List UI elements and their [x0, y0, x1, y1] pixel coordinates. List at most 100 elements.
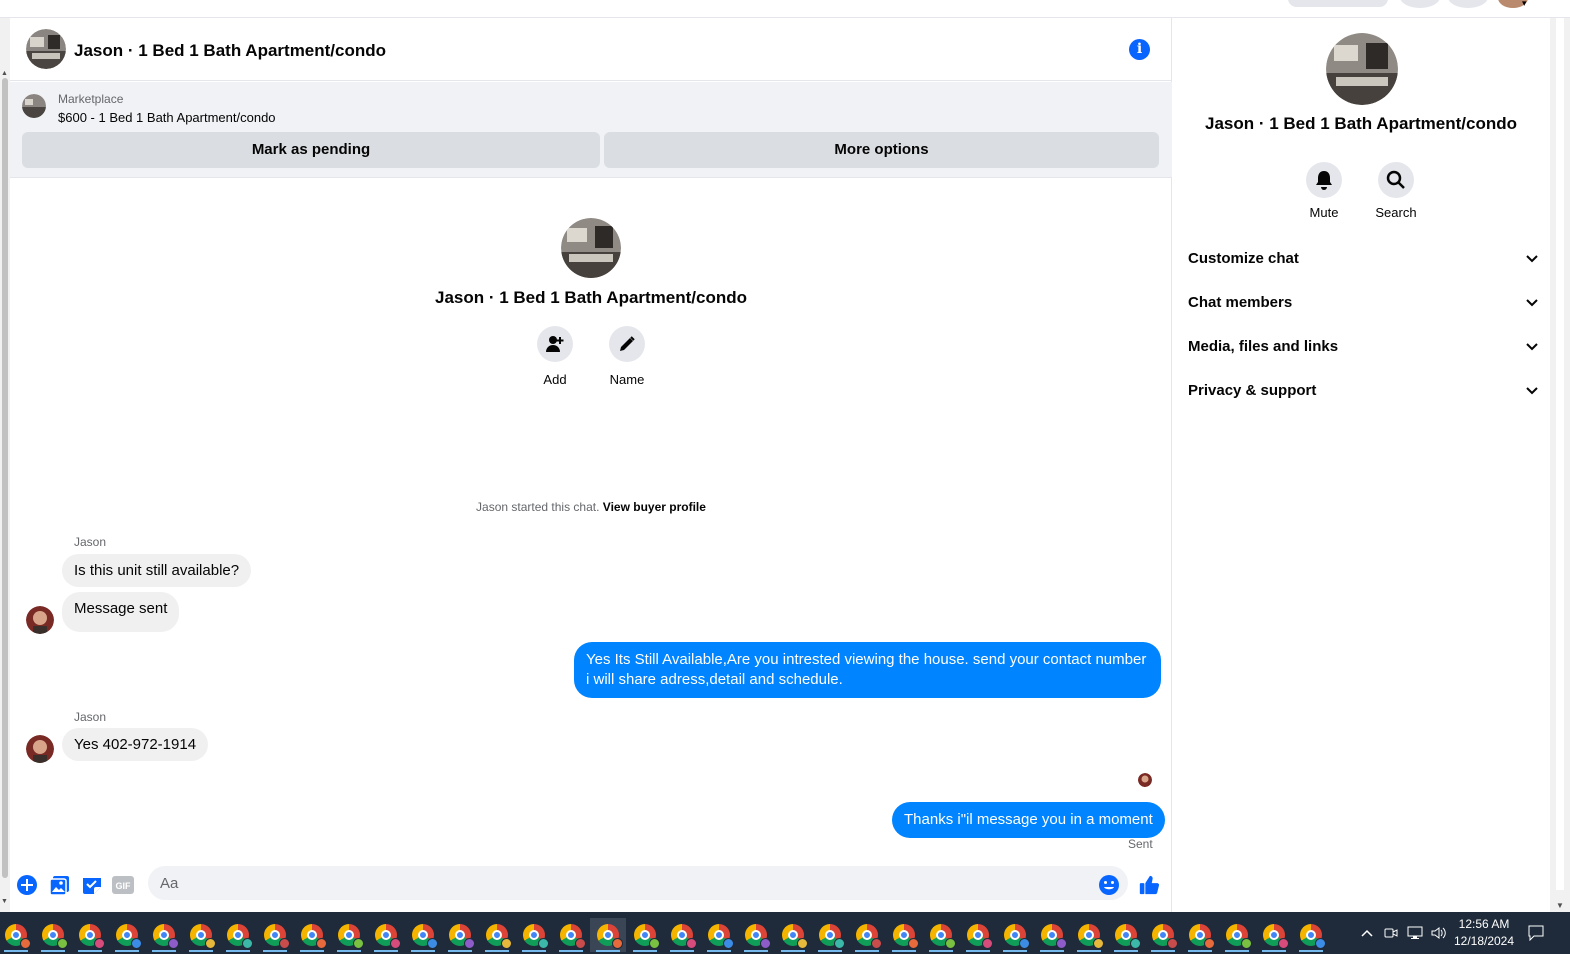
- chrome-taskbar-app[interactable]: [553, 918, 589, 952]
- chrome-taskbar-app[interactable]: [1071, 918, 1107, 952]
- chrome-icon: [819, 924, 845, 949]
- chrome-taskbar-app[interactable]: [0, 918, 34, 952]
- chrome-taskbar-app[interactable]: [183, 918, 219, 952]
- gif-icon[interactable]: GIF: [112, 874, 134, 896]
- sender-avatar[interactable]: [26, 735, 54, 763]
- mute-action[interactable]: Mute: [1289, 162, 1359, 220]
- notification-icon[interactable]: [1524, 912, 1548, 954]
- mute-label: Mute: [1309, 205, 1339, 220]
- listing-thumbnail[interactable]: [22, 94, 46, 118]
- outgoing-message[interactable]: Thanks i"il message you in a moment: [892, 802, 1165, 838]
- view-buyer-profile-link[interactable]: View buyer profile: [603, 500, 706, 514]
- scroll-down-arrow-icon[interactable]: ▼: [1556, 901, 1564, 910]
- chrome-taskbar-app[interactable]: [1108, 918, 1144, 952]
- chrome-taskbar-app[interactable]: [664, 918, 700, 952]
- scroll-down-arrow-icon[interactable]: ▼: [1, 898, 8, 905]
- chrome-taskbar-app[interactable]: [294, 918, 330, 952]
- chrome-taskbar-app[interactable]: [1182, 918, 1218, 952]
- top-nav-pill[interactable]: [1288, 0, 1388, 7]
- message-input[interactable]: [148, 866, 1128, 900]
- profile-badge-icon: [1167, 938, 1178, 949]
- chrome-taskbar-app[interactable]: [479, 918, 515, 952]
- chrome-taskbar-app[interactable]: [1293, 918, 1329, 952]
- chrome-taskbar-app[interactable]: [35, 918, 71, 952]
- chrome-taskbar-app[interactable]: [257, 918, 293, 952]
- chrome-taskbar-app[interactable]: [1034, 918, 1070, 952]
- running-indicator: [263, 950, 287, 952]
- mark-as-pending-button[interactable]: Mark as pending: [22, 132, 600, 168]
- chat-members-section[interactable]: Chat members: [1188, 282, 1538, 322]
- chrome-taskbar-app[interactable]: [1219, 918, 1255, 952]
- scroll-up-arrow-icon[interactable]: ▲: [1, 70, 8, 77]
- info-icon[interactable]: i: [1129, 39, 1150, 60]
- pencil-icon[interactable]: [609, 326, 645, 362]
- chrome-taskbar-app[interactable]: [1145, 918, 1181, 952]
- chrome-taskbar-app[interactable]: [849, 918, 885, 952]
- chevron-up-icon[interactable]: [1358, 912, 1376, 954]
- search-icon[interactable]: [1378, 162, 1414, 198]
- chrome-taskbar-app[interactable]: [738, 918, 774, 952]
- scrollbar-thumb[interactable]: [2, 78, 8, 878]
- add-people-action[interactable]: Add: [520, 326, 590, 387]
- running-indicator: [670, 950, 694, 952]
- customize-chat-section[interactable]: Customize chat: [1188, 238, 1538, 278]
- chrome-taskbar-app[interactable]: [627, 918, 663, 952]
- name-chat-action[interactable]: Name: [592, 326, 662, 387]
- running-indicator: [707, 950, 731, 952]
- chrome-taskbar-app[interactable]: [812, 918, 848, 952]
- sticker-icon[interactable]: [81, 874, 103, 896]
- chrome-taskbar-app[interactable]: [109, 918, 145, 952]
- chrome-taskbar-app[interactable]: [960, 918, 996, 952]
- running-indicator: [818, 950, 842, 952]
- scrollbar-thumb[interactable]: [1556, 18, 1564, 890]
- chat-scrollbar[interactable]: ▲ ▼: [0, 18, 10, 912]
- thumbs-up-icon[interactable]: [1138, 874, 1160, 896]
- chrome-taskbar-app[interactable]: [368, 918, 404, 952]
- bell-icon[interactable]: [1306, 162, 1342, 198]
- chrome-taskbar-app[interactable]: [405, 918, 441, 952]
- sender-avatar[interactable]: [26, 606, 54, 634]
- chrome-taskbar-app[interactable]: [590, 918, 626, 952]
- top-nav-button[interactable]: [1448, 0, 1488, 8]
- chrome-taskbar-app[interactable]: [701, 918, 737, 952]
- running-indicator: [1188, 950, 1212, 952]
- running-indicator: [411, 950, 435, 952]
- profile-badge-icon: [686, 938, 697, 949]
- profile-badge-icon: [612, 938, 623, 949]
- image-icon[interactable]: [49, 874, 71, 896]
- page-scrollbar[interactable]: ▼: [1550, 18, 1570, 912]
- privacy-support-section[interactable]: Privacy & support: [1188, 370, 1538, 410]
- listing-title[interactable]: $600 - 1 Bed 1 Bath Apartment/condo: [58, 110, 276, 125]
- chrome-icon: [412, 924, 438, 949]
- chrome-taskbar-app[interactable]: [997, 918, 1033, 952]
- chrome-taskbar-app[interactable]: [146, 918, 182, 952]
- system-clock[interactable]: 12:56 AM 12/18/2024: [1452, 916, 1516, 950]
- outgoing-message[interactable]: Yes Its Still Available,Are you intreste…: [574, 642, 1161, 698]
- incoming-message[interactable]: Message sent: [62, 592, 180, 632]
- listing-avatar[interactable]: [26, 29, 66, 69]
- media-files-links-section[interactable]: Media, files and links: [1188, 326, 1538, 366]
- chrome-taskbar-app[interactable]: [775, 918, 811, 952]
- incoming-message[interactable]: Yes 402-972-1914: [62, 728, 209, 761]
- more-options-button[interactable]: More options: [604, 132, 1159, 168]
- chrome-taskbar-app[interactable]: [886, 918, 922, 952]
- meet-now-icon[interactable]: [1382, 912, 1400, 954]
- plus-circle-icon[interactable]: [16, 874, 38, 896]
- chrome-taskbar-app[interactable]: [442, 918, 478, 952]
- chrome-taskbar-app[interactable]: [72, 918, 108, 952]
- search-action[interactable]: Search: [1361, 162, 1431, 220]
- chrome-taskbar-app[interactable]: [923, 918, 959, 952]
- chrome-taskbar-app[interactable]: [331, 918, 367, 952]
- volume-icon[interactable]: [1429, 912, 1449, 954]
- add-person-icon[interactable]: [537, 326, 573, 362]
- incoming-message[interactable]: Is this unit still available?: [62, 554, 252, 587]
- chrome-taskbar-app[interactable]: [516, 918, 552, 952]
- chrome-icon: [338, 924, 364, 949]
- chrome-taskbar-app[interactable]: [1256, 918, 1292, 952]
- emoji-icon[interactable]: [1098, 874, 1120, 896]
- chrome-taskbar-app[interactable]: [220, 918, 256, 952]
- chat-title[interactable]: Jason · 1 Bed 1 Bath Apartment/condo: [74, 41, 386, 61]
- chrome-icon: [227, 924, 253, 949]
- network-icon[interactable]: [1405, 912, 1425, 954]
- top-nav-button[interactable]: [1400, 0, 1440, 8]
